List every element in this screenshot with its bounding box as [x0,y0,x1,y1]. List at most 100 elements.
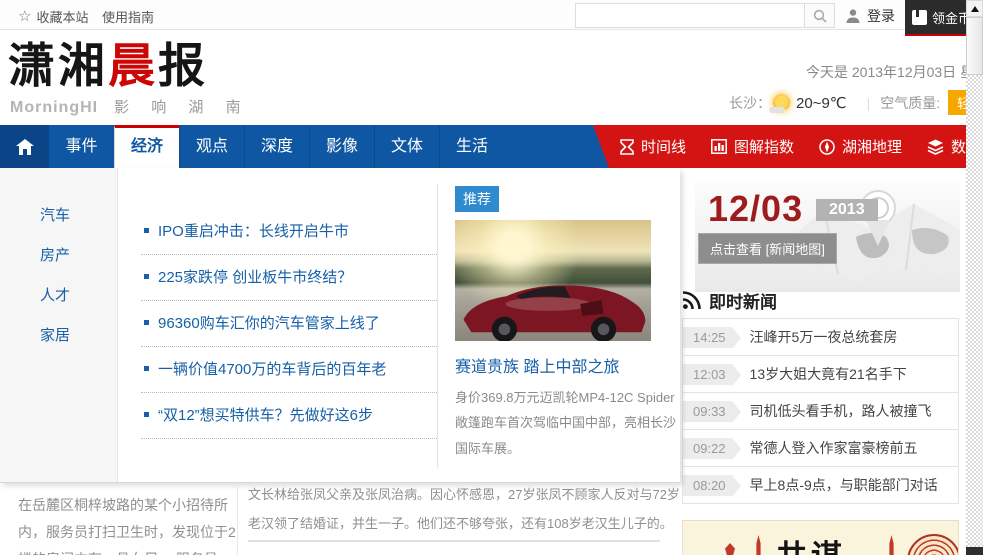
dropdown-headline-list: IPO重启冲击：长线开启牛市 225家跌停 创业板牛市终结？ 96360购车汇你… [141,209,437,439]
headline-item: 225家跌停 创业板牛市终结？ [141,255,437,301]
live-news-text: 早上8点-9点，与职能部门对话 [750,475,938,495]
login-button[interactable]: 登录 [845,6,895,26]
live-news-header: 即时新闻 [682,288,777,313]
city-label: 长沙： [729,93,771,113]
scrollbar-down-button[interactable] [966,547,983,555]
headline-link[interactable]: 96360购车汇你的汽车管家上线了 [158,315,380,332]
dropdown-category-realestate[interactable]: 房产 [0,236,117,276]
live-news-time: 09:22 [683,438,732,459]
news-map-button[interactable]: 点击查看 [新闻地图] [698,233,837,264]
article-teaser-left[interactable]: 在岳麓区桐梓坡路的某个小招待所内，服务员打扫卫生时，发现位于2楼的房间内有一具女… [18,492,236,555]
quick-link-geography[interactable]: 湖湘地理 [819,136,902,157]
live-news-text: 司机低头看手机，路人被撞飞 [750,401,932,421]
air-quality-badge: 轻度污染 [948,90,966,115]
live-news-item[interactable]: 09:22 常德人登入作家富豪榜前五 [683,430,958,467]
article-teaser-middle[interactable]: 文长林给张凤父亲及张凤治病。因心怀感恩，27岁张凤不顾家人反对与72岁老汉领了结… [248,480,680,538]
compass-icon [819,139,835,155]
bar-chart-icon [711,139,727,154]
live-news-time: 14:25 [683,327,732,348]
column-divider [237,487,238,555]
headline-link[interactable]: 225家跌停 创业板牛市终结？ [158,269,352,286]
hourglass-icon [620,139,634,155]
news-map-date: 12/03 [708,188,803,230]
headline-item: 96360购车汇你的汽车管家上线了 [141,301,437,347]
search-icon [813,9,827,23]
recommend-title[interactable]: 赛道贵族 踏上中部之旅 [455,353,677,377]
weather-divider: | [867,95,871,111]
recommend-description: 身价369.8万元迈凯轮MP4-12C Spider敞篷跑车首次驾临中国中部，亮… [455,385,677,461]
scrollbar-track[interactable] [966,75,983,547]
headline-item: “双12”想买特供车？先做好这6步 [141,393,437,439]
nav-home-tab[interactable] [0,125,49,168]
nav-tab-opinion[interactable]: 观点 [179,125,244,168]
nav-tab-images[interactable]: 影像 [309,125,374,168]
live-news-text: 常德人登入作家富豪榜前五 [750,438,918,458]
quick-link-label: 数字报 [951,136,966,157]
scrollbar-thumb[interactable] [966,17,983,75]
nav-tab-economy[interactable]: 经济 [114,125,179,168]
logo-text-accent: 晨 [108,39,158,92]
nav-tab-depth[interactable]: 深度 [244,125,309,168]
ad-tower-icon [755,535,762,555]
headline-link[interactable]: IPO重启冲击：长线开启牛市 [158,223,349,240]
headline-item: IPO重启冲击：长线开启牛市 [141,209,437,255]
nav-tab-life[interactable]: 生活 [439,125,504,168]
site-logo[interactable]: 潇湘晨报 [8,40,208,92]
top-utility-bar: ☆ 收藏本站 使用指南 登录 [0,0,966,30]
economy-dropdown-panel: 汽车 房产 人才 家居 IPO重启冲击：长线开启牛市 225家跌停 创业板牛市终… [0,168,680,483]
live-news-title: 即时新闻 [709,288,777,313]
live-news-text: 汪峰开5万一夜总统套房 [750,327,898,347]
ad-banner[interactable]: 共谋 [682,520,959,555]
login-label: 登录 [867,6,895,26]
quick-link-label: 湖湘地理 [842,136,902,157]
air-quality-label: 空气质量: [880,93,940,113]
rss-icon [682,291,701,310]
coins-button[interactable]: 领金币 [905,0,966,36]
quick-link-digital-paper[interactable]: 数字报 [927,136,966,157]
quick-link-label: 时间线 [641,136,686,157]
live-news-item[interactable]: 09:33 司机低头看手机，路人被撞飞 [683,393,958,430]
ad-medallion-icon [907,534,959,555]
favorite-site-link[interactable]: ☆ 收藏本站 [18,7,88,26]
headline-link[interactable]: “双12”想买特供车？先做好这6步 [158,407,373,424]
home-icon [16,139,34,155]
scrollbar-up-button[interactable] [966,0,983,17]
user-guide-label: 使用指南 [102,7,154,26]
wallet-icon [912,10,927,25]
nav-tab-events[interactable]: 事件 [49,125,114,168]
search-input[interactable] [575,3,805,28]
dropdown-category-talent[interactable]: 人才 [0,276,117,316]
news-map-banner: 12/03 2013 点击查看 [新闻地图] [695,180,960,292]
ad-ornament [725,543,735,555]
live-news-item[interactable]: 14:25 汪峰开5万一夜总统套房 [683,319,958,356]
layers-icon [927,139,944,155]
quick-link-timeline[interactable]: 时间线 [620,136,686,157]
search-button[interactable] [805,3,835,28]
logo-english: MorningHI [10,99,98,117]
recommend-car-photo[interactable] [455,220,651,341]
dropdown-category-list: 汽车 房产 人才 家居 [0,168,118,482]
user-guide-link[interactable]: 使用指南 [102,7,154,26]
logo-slogan: 影 响 湖 南 [114,96,250,117]
live-news-item[interactable]: 08:20 早上8点-9点，与职能部门对话 [683,467,958,504]
ad-tower-icon [888,535,895,555]
quick-link-label: 图解指数 [734,136,794,157]
dropdown-category-cars[interactable]: 汽车 [0,196,117,236]
live-news-text: 13岁大姐大竟有21名手下 [750,364,907,384]
logo-subtitle: MorningHI 影 响 湖 南 [10,96,250,117]
dropdown-category-home[interactable]: 家居 [0,316,117,356]
scrollbar [966,0,983,555]
live-news-item[interactable]: 12:03 13岁大姐大竟有21名手下 [683,356,958,393]
sun-icon [773,94,790,111]
nav-tab-culture[interactable]: 文体 [374,125,439,168]
dropdown-divider [437,184,438,468]
star-icon: ☆ [18,10,31,24]
quick-link-chart-index[interactable]: 图解指数 [711,136,794,157]
headline-link[interactable]: 一辆价值4700万的车背后的百年老 [158,361,386,378]
coins-label: 领金币 [932,8,966,27]
page: ☆ 收藏本站 使用指南 登录 领金币 潇湘晨报 [0,0,966,555]
search-box [575,3,835,28]
nav-tabs: 事件 经济 观点 深度 影像 文体 生活 [49,125,504,168]
logo-text-2: 报 [158,39,208,92]
recommend-badge: 推荐 [455,186,499,212]
